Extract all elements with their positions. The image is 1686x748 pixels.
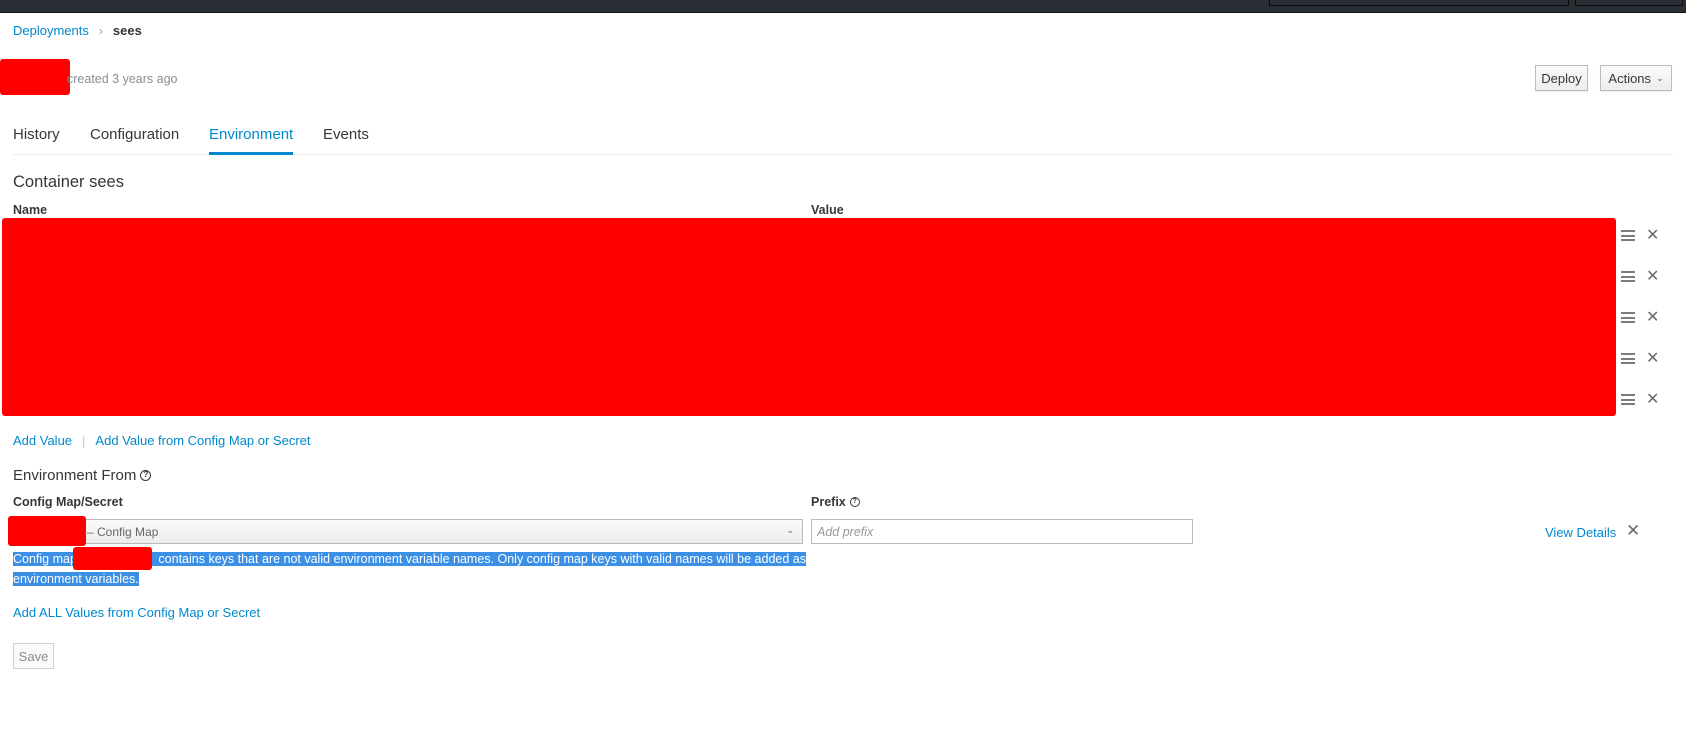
created-timestamp: created 3 years ago — [67, 72, 178, 86]
breadcrumb-deployments-link[interactable]: Deployments — [13, 23, 89, 38]
config-map-secret-label: Config Map/Secret — [13, 495, 123, 509]
link-divider: | — [82, 433, 86, 448]
redacted-config-map-name-inline — [73, 547, 152, 570]
env-row-3-controls: ✕ — [1621, 300, 1681, 341]
deploy-label: Deploy — [1541, 70, 1582, 86]
breadcrumb-current: sees — [112, 23, 142, 38]
chevron-down-icon: ⌄ — [1656, 72, 1664, 83]
value-column-header: Value — [811, 203, 844, 217]
env-row-1-controls: ✕ — [1621, 218, 1681, 259]
save-label: Save — [18, 648, 49, 664]
actions-dropdown-button[interactable]: Actions ⌄ — [1600, 65, 1672, 91]
search-input[interactable] — [1269, 0, 1569, 6]
env-row-2-controls: ✕ — [1621, 259, 1681, 300]
deploy-button[interactable]: Deploy — [1535, 65, 1588, 91]
tab-history[interactable]: History — [13, 126, 60, 155]
add-value-link[interactable]: Add Value — [13, 433, 72, 448]
environment-from-label: Environment From — [13, 467, 137, 484]
drag-handle-icon[interactable] — [1621, 271, 1635, 283]
close-icon[interactable]: ✕ — [1646, 349, 1659, 369]
help-icon[interactable]: ? — [849, 497, 860, 507]
tab-configuration[interactable]: Configuration — [90, 126, 179, 155]
env-row-5-controls: ✕ — [1621, 382, 1681, 423]
redacted-deployment-name — [0, 59, 70, 95]
tab-bar: History Configuration Environment Events — [13, 126, 1673, 155]
env-row-4-controls: ✕ — [1621, 341, 1681, 382]
save-button[interactable]: Save — [13, 643, 54, 669]
prefix-label: Prefix — [811, 495, 846, 509]
close-icon[interactable]: ✕ — [1646, 226, 1659, 246]
view-details-link[interactable]: View Details — [1545, 525, 1616, 540]
environment-from-title: Environment From ? — [13, 467, 152, 484]
help-icon[interactable]: ? — [140, 470, 152, 481]
selected-config-map-type: – Config Map — [87, 524, 159, 539]
project-selector[interactable] — [1575, 0, 1683, 6]
tab-events[interactable]: Events — [323, 126, 369, 155]
drag-handle-icon[interactable] — [1621, 312, 1635, 324]
name-column-header: Name — [13, 203, 48, 217]
redacted-env-variables — [2, 218, 1616, 416]
prefix-label-group: Prefix ? — [811, 495, 860, 509]
redacted-config-map-name — [8, 516, 86, 546]
close-icon[interactable]: ✕ — [1646, 267, 1659, 287]
container-title: Container sees — [13, 173, 124, 191]
close-icon[interactable]: ✕ — [1626, 521, 1640, 541]
prefix-input[interactable] — [811, 519, 1193, 544]
chevron-down-icon: ⌄ — [786, 525, 794, 535]
breadcrumb-separator: › — [98, 23, 103, 38]
config-map-select[interactable]: – Config Map ⌄ — [13, 519, 803, 544]
drag-handle-icon[interactable] — [1621, 230, 1635, 242]
tab-environment[interactable]: Environment — [209, 126, 293, 155]
add-value-links: Add Value | Add Value from Config Map or… — [13, 433, 311, 448]
close-icon[interactable]: ✕ — [1646, 390, 1659, 410]
actions-label: Actions — [1608, 70, 1652, 86]
top-navigation-bar — [0, 0, 1686, 13]
warning-prefix: Config map — [13, 552, 77, 566]
close-icon[interactable]: ✕ — [1646, 308, 1659, 328]
drag-handle-icon[interactable] — [1621, 353, 1635, 365]
add-all-values-link[interactable]: Add ALL Values from Config Map or Secret — [13, 605, 260, 620]
add-value-from-config-link[interactable]: Add Value from Config Map or Secret — [95, 433, 310, 448]
drag-handle-icon[interactable] — [1621, 394, 1635, 406]
breadcrumb: Deployments › sees — [13, 23, 142, 38]
